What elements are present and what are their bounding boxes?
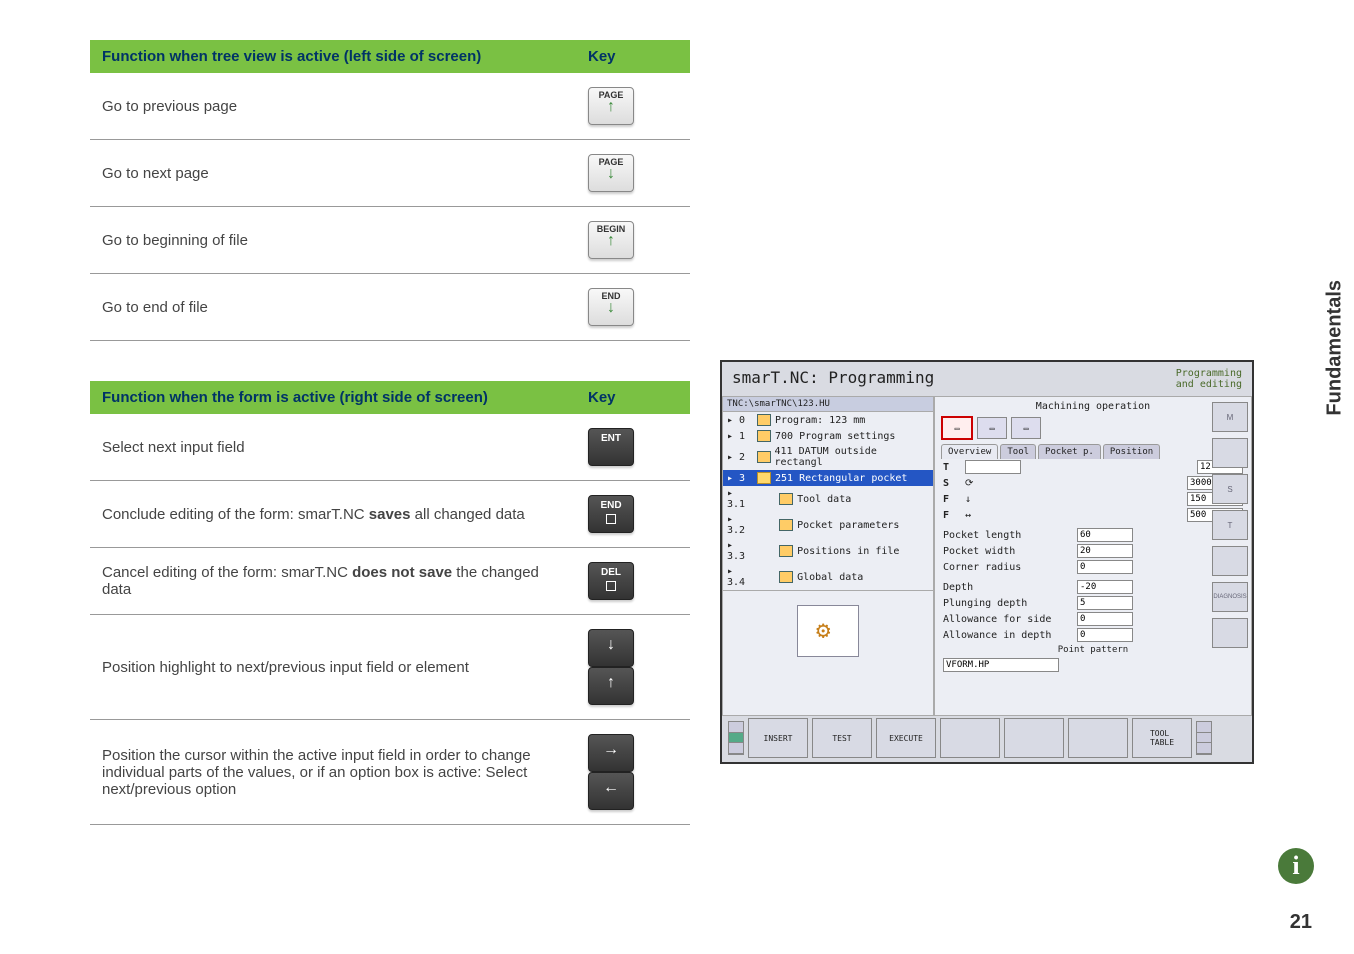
t1-row0: Go to previous page [90, 73, 576, 140]
sideicon-diag[interactable]: DIAGNOSIS [1212, 582, 1248, 612]
sk-insert[interactable]: INSERT [748, 718, 808, 758]
t2-row4: Position the cursor within the active in… [90, 720, 576, 825]
end-form-key: END [588, 495, 634, 533]
sideicon-s[interactable]: S [1212, 474, 1248, 504]
tree-row[interactable]: ▸ 3251 Rectangular pocket [723, 470, 933, 486]
sk-tooltable[interactable]: TOOL TABLE [1132, 718, 1192, 758]
section-title: Fundamentals [1324, 280, 1347, 416]
t1-row1: Go to next page [90, 140, 576, 207]
tree-view-functions-table: Function when tree view is active (left … [90, 40, 690, 341]
field-t[interactable] [965, 460, 1021, 474]
sideicon-1[interactable] [1212, 438, 1248, 468]
sk-execute[interactable]: EXECUTE [876, 718, 936, 758]
page-down-key: PAGE↓ [588, 154, 634, 192]
arrow-right-key: → [588, 734, 634, 772]
t1-header-func: Function when tree view is active (left … [90, 40, 576, 73]
feed-mill-icon: ↔ [965, 510, 971, 521]
spindle-icon: ⟳ [965, 478, 973, 489]
tree-row[interactable]: ▸ 3.1 Tool data [723, 486, 933, 512]
tree-row[interactable]: ▸ 0Program: 123 mm [723, 412, 933, 428]
t2-header-func: Function when the form is active (right … [90, 381, 576, 414]
pattern-file[interactable] [943, 658, 1059, 672]
t2-row0: Select next input field [90, 414, 576, 481]
form-functions-table: Function when the form is active (right … [90, 381, 690, 825]
del-key: DEL [588, 562, 634, 600]
tree-row[interactable]: ▸ 3.3 Positions in file [723, 538, 933, 564]
softkey-pager-left[interactable] [728, 721, 744, 755]
form-header: Machining operation [937, 399, 1249, 414]
form-area[interactable]: Machining operation ▭ ▭ ▭ Overview Tool … [934, 396, 1252, 716]
info-icon: i [1278, 848, 1314, 884]
feed-plunge-icon: ↓ [965, 494, 971, 505]
softkey-pager-right[interactable] [1196, 721, 1212, 755]
shot-title: smarT.NC: Programming [732, 368, 934, 390]
sk-3[interactable] [940, 718, 1000, 758]
tab-tool[interactable]: Tool [1000, 444, 1036, 459]
t2-row3: Position highlight to next/previous inpu… [90, 615, 576, 720]
form-field[interactable] [1077, 560, 1133, 574]
tree-path: TNC:\smarTNC\123.HU [723, 397, 933, 412]
t1-row2: Go to beginning of file [90, 207, 576, 274]
arrow-left-key: ← [588, 772, 634, 810]
end-key: END↓ [588, 288, 634, 326]
operation-icon-row[interactable]: ▭ ▭ ▭ [937, 414, 1249, 442]
softkey-row: INSERT TEST EXECUTE TOOL TABLE [724, 716, 1250, 760]
point-pattern-label: Point pattern [937, 643, 1249, 657]
tree-row[interactable]: ▸ 2411 DATUM outside rectangl [723, 444, 933, 470]
t1-header-key: Key [576, 40, 690, 73]
t2-row1: Conclude editing of the form: smarT.NC s… [90, 481, 576, 548]
sk-5[interactable] [1068, 718, 1128, 758]
sk-test[interactable]: TEST [812, 718, 872, 758]
op-icon-3[interactable]: ▭ [1011, 417, 1041, 439]
right-side-icons: M S T DIAGNOSIS [1212, 402, 1250, 648]
tree-row[interactable]: ▸ 3.4 Global data [723, 564, 933, 590]
form-field[interactable] [1077, 596, 1133, 610]
program-tree[interactable]: TNC:\smarTNC\123.HU ▸ 0Program: 123 mm▸ … [722, 396, 934, 716]
t2-row2: Cancel editing of the form: smarT.NC doe… [90, 548, 576, 615]
tree-row[interactable]: ▸ 1700 Program settings [723, 428, 933, 444]
tab-pocket[interactable]: Pocket p. [1038, 444, 1101, 459]
form-field[interactable] [1077, 612, 1133, 626]
tree-preview [723, 590, 933, 671]
form-field[interactable] [1077, 528, 1133, 542]
form-field[interactable] [1077, 580, 1133, 594]
tab-position[interactable]: Position [1103, 444, 1160, 459]
ent-key: ENT [588, 428, 634, 466]
sideicon-t[interactable]: T [1212, 510, 1248, 540]
page-up-key: PAGE↑ [588, 87, 634, 125]
op-icon-1[interactable]: ▭ [941, 416, 973, 440]
form-field[interactable] [1077, 628, 1133, 642]
sideicon-6[interactable] [1212, 618, 1248, 648]
form-tabs[interactable]: Overview Tool Pocket p. Position [937, 442, 1249, 459]
tree-row[interactable]: ▸ 3.2 Pocket parameters [723, 512, 933, 538]
cnc-screenshot: smarT.NC: Programming Programmingand edi… [720, 360, 1254, 764]
t2-header-key: Key [576, 381, 690, 414]
form-field[interactable] [1077, 544, 1133, 558]
begin-key: BEGIN↑ [588, 221, 634, 259]
sk-4[interactable] [1004, 718, 1064, 758]
sideicon-4[interactable] [1212, 546, 1248, 576]
op-icon-2[interactable]: ▭ [977, 417, 1007, 439]
t1-row3: Go to end of file [90, 274, 576, 341]
arrow-up-key: ↑ [588, 667, 634, 705]
tab-overview[interactable]: Overview [941, 444, 998, 459]
page-number: 21 [1290, 911, 1312, 934]
arrow-down-key: ↓ [588, 629, 634, 667]
shot-mode: Programmingand editing [1176, 368, 1242, 390]
sideicon-m[interactable]: M [1212, 402, 1248, 432]
